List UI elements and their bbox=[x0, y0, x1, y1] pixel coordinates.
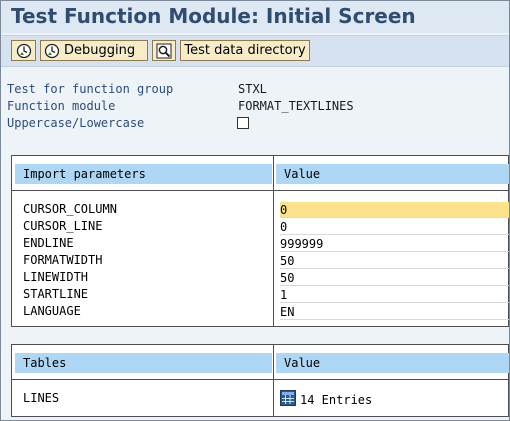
case-label: Uppercase/Lowercase bbox=[7, 116, 145, 130]
function-module-label: Function module bbox=[7, 99, 116, 113]
param-value-input[interactable]: 0 bbox=[280, 202, 509, 218]
debugging-button[interactable]: Debugging bbox=[40, 40, 148, 61]
param-name: CURSOR_LINE bbox=[23, 219, 103, 233]
debugging-label: Debugging bbox=[64, 43, 136, 58]
page-title: Test Function Module: Initial Screen bbox=[11, 4, 416, 28]
param-value-input[interactable]: 1 bbox=[280, 287, 509, 303]
param-name: FORMATWIDTH bbox=[23, 253, 103, 267]
param-name: LANGUAGE bbox=[23, 304, 81, 318]
execute-clock-icon bbox=[44, 43, 60, 59]
application-toolbar: Debugging Test data directory bbox=[1, 35, 509, 67]
table-entries-link[interactable]: 14 Entries bbox=[280, 390, 372, 409]
import-value-header: Value bbox=[276, 164, 509, 184]
import-parameters-header: Import parameters bbox=[15, 164, 272, 184]
main-content: Test for function group STXL Function mo… bbox=[1, 67, 509, 420]
execute-clock-icon bbox=[16, 43, 32, 59]
test-data-directory-button[interactable]: Test data directory bbox=[180, 40, 310, 61]
tables-value-header: Value bbox=[276, 353, 509, 373]
table-entries-count: 14 Entries bbox=[300, 392, 373, 407]
tables-header: Tables bbox=[15, 353, 272, 373]
function-group-label: Test for function group bbox=[7, 82, 174, 96]
import-parameters-table: Import parameters Value CURSOR_COLUMN 0 … bbox=[11, 155, 509, 327]
sap-window: Test Function Module: Initial Screen Deb… bbox=[0, 0, 510, 421]
param-value-input[interactable]: 50 bbox=[280, 270, 509, 286]
function-module-value: FORMAT_TEXTLINES bbox=[238, 99, 354, 113]
param-name: CURSOR_COLUMN bbox=[23, 202, 117, 216]
test-data-directory-label: Test data directory bbox=[184, 43, 306, 58]
param-value-input[interactable]: EN bbox=[280, 304, 509, 320]
param-name: ENDLINE bbox=[23, 236, 74, 250]
execute-button[interactable] bbox=[11, 40, 36, 61]
find-icon bbox=[156, 43, 172, 59]
param-value-input[interactable]: 999999 bbox=[280, 236, 509, 252]
param-name: STARTLINE bbox=[23, 287, 89, 301]
tables-table: Tables Value LINES 14 Entries bbox=[11, 344, 509, 417]
uppercase-lowercase-checkbox[interactable] bbox=[237, 117, 249, 129]
title-bar: Test Function Module: Initial Screen bbox=[1, 1, 509, 33]
param-value-input[interactable]: 0 bbox=[280, 219, 509, 235]
table-grid-icon bbox=[280, 390, 296, 409]
param-value-input[interactable]: 50 bbox=[280, 253, 509, 269]
find-button[interactable] bbox=[152, 40, 176, 61]
function-group-value: STXL bbox=[238, 82, 267, 96]
table-name: LINES bbox=[23, 391, 60, 405]
param-name: LINEWIDTH bbox=[23, 270, 89, 284]
